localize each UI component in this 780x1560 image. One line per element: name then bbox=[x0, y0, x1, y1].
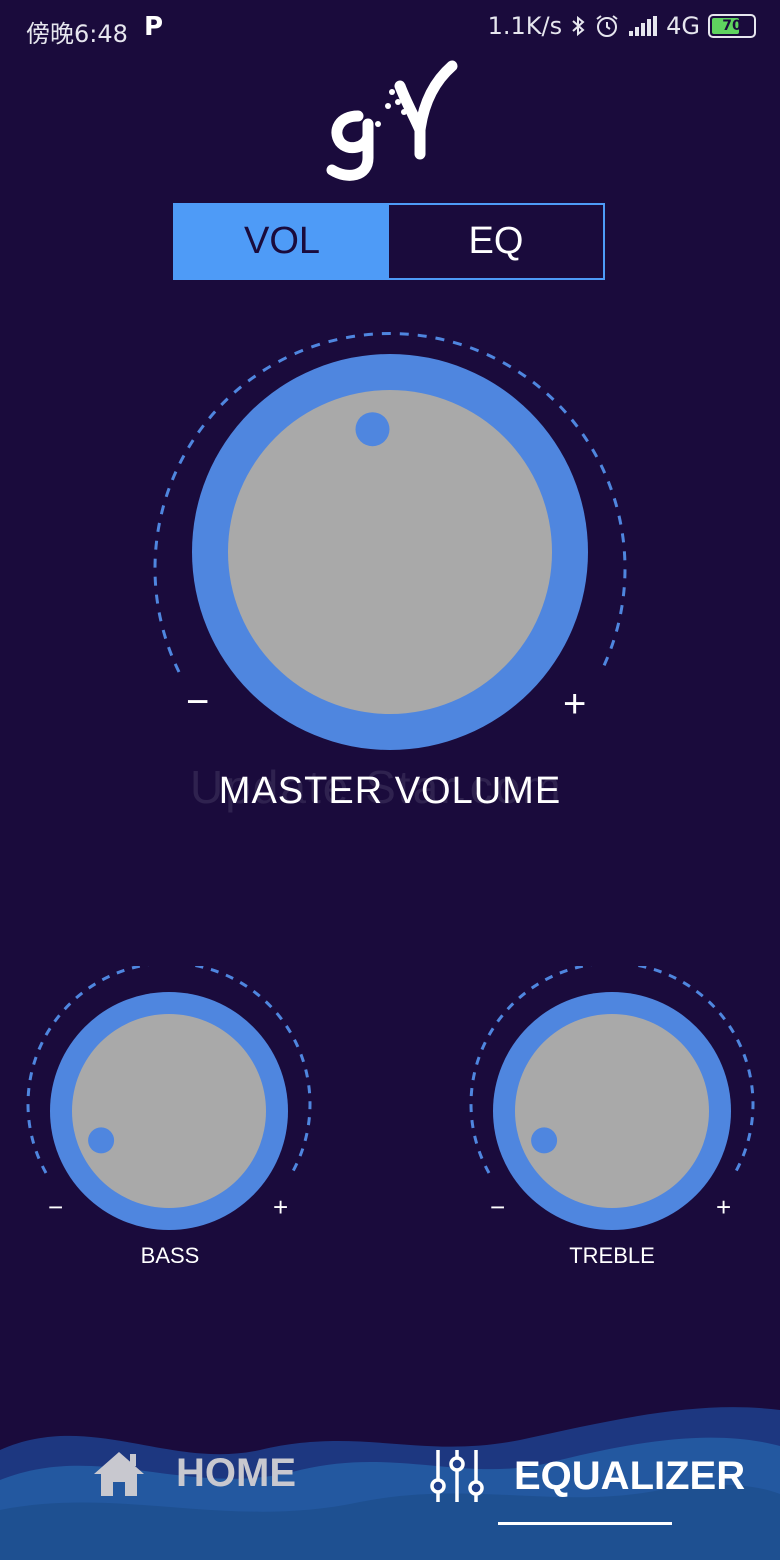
bass-knob[interactable] bbox=[24, 966, 314, 1256]
master-volume-indicator bbox=[355, 412, 390, 447]
alarm-icon bbox=[596, 15, 618, 37]
treble-label: TREBLE bbox=[569, 1243, 655, 1268]
nav-home[interactable]: HOME bbox=[90, 1448, 296, 1498]
gy-logo-icon bbox=[326, 60, 458, 181]
nav-equalizer-label: EQUALIZER bbox=[514, 1453, 746, 1498]
nav-active-indicator bbox=[498, 1522, 672, 1525]
p-badge-icon: P bbox=[144, 12, 164, 42]
signal-icon bbox=[629, 16, 658, 36]
bass-label: BASS bbox=[140, 1243, 200, 1268]
status-time: 傍晚6:48 bbox=[26, 20, 128, 48]
treble-knob[interactable] bbox=[467, 966, 757, 1256]
sliders-icon bbox=[430, 1450, 484, 1502]
master-volume-knob[interactable] bbox=[150, 312, 630, 792]
bluetooth-icon bbox=[572, 15, 585, 37]
eq-tab[interactable]: EQ bbox=[389, 205, 603, 278]
treble-indicator bbox=[531, 1127, 558, 1154]
battery-icon: 70 bbox=[708, 14, 756, 38]
mode-toggle: VOL EQ bbox=[173, 203, 605, 280]
master-volume-label: MASTER VOLUME bbox=[218, 770, 562, 812]
home-icon bbox=[94, 1452, 144, 1496]
master-minus-label: − bbox=[186, 680, 210, 724]
master-plus-label: + bbox=[563, 682, 587, 726]
battery-level: 70 bbox=[722, 18, 742, 34]
treble-plus-label: + bbox=[716, 1192, 732, 1222]
master-volume-dial bbox=[228, 390, 552, 714]
status-bar: 傍晚6:48 P 1.1K/s 4G 70 bbox=[0, 0, 780, 58]
bass-dial bbox=[72, 1014, 266, 1208]
bass-minus-label: − bbox=[48, 1192, 64, 1222]
network-speed: 1.1K/s bbox=[487, 12, 563, 40]
network-type: 4G bbox=[666, 12, 700, 40]
nav-home-label: HOME bbox=[176, 1450, 296, 1495]
nav-equalizer[interactable]: EQUALIZER bbox=[428, 1448, 745, 1504]
treble-dial bbox=[515, 1014, 709, 1208]
status-icons: 1.1K/s 4G 70 bbox=[488, 12, 756, 40]
treble-minus-label: − bbox=[490, 1192, 506, 1222]
bass-indicator bbox=[88, 1127, 115, 1154]
bass-plus-label: + bbox=[273, 1192, 289, 1222]
vol-tab[interactable]: VOL bbox=[175, 205, 389, 278]
